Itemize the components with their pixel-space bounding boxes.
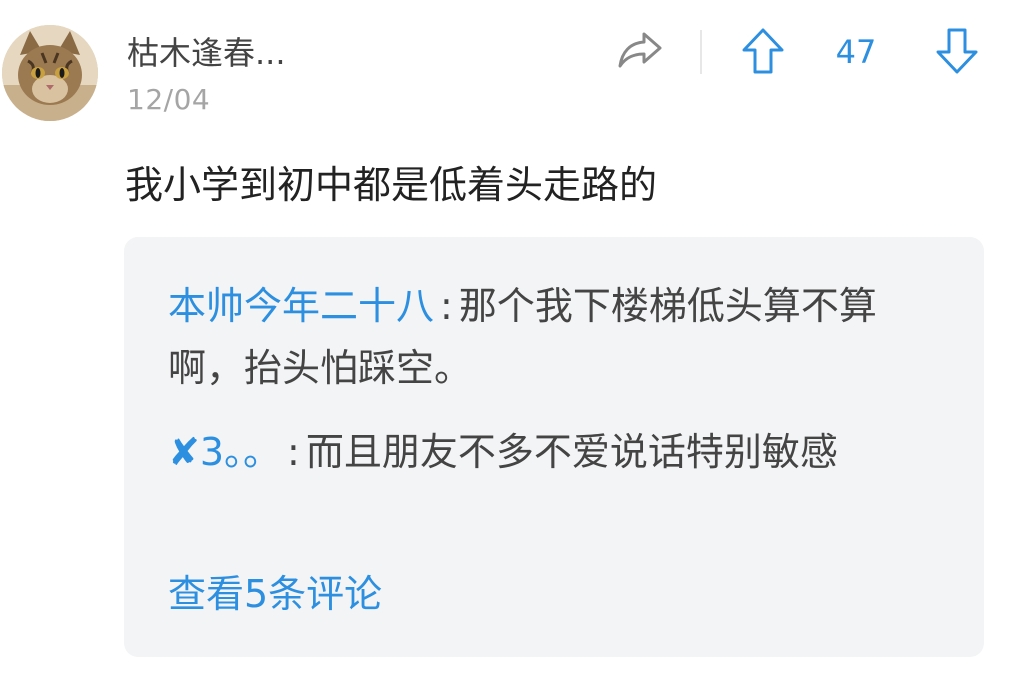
- comment-author-link[interactable]: ✘3。。: [168, 430, 281, 474]
- downvote-button[interactable]: [934, 26, 980, 76]
- view-all-comments-link[interactable]: 查看5条评论: [168, 563, 382, 625]
- user-avatar[interactable]: [2, 25, 98, 121]
- comment-separator: :: [287, 430, 300, 474]
- cross-mark-icon: ✘: [168, 430, 200, 474]
- actions-divider: [700, 30, 702, 74]
- share-button[interactable]: [616, 28, 666, 72]
- comment-separator: :: [440, 284, 453, 328]
- post-author-name[interactable]: 枯木逢春...: [127, 33, 286, 73]
- upvote-button[interactable]: [740, 26, 786, 76]
- vote-count: 47: [835, 33, 877, 71]
- arrow-down-icon: [936, 28, 978, 74]
- post-card: 枯木逢春... 12/04 47 我小学到初中都是低着头走路的 本帅今年二十八:…: [0, 0, 1032, 699]
- share-arrow-icon: [618, 32, 662, 68]
- comment-author[interactable]: 本帅今年二十八: [168, 284, 434, 328]
- comments-preview[interactable]: 本帅今年二十八: 那个我下楼梯低头算不算啊，抬头怕踩空。 ✘3。。: 而且朋友不多不…: [124, 237, 984, 657]
- cat-avatar-image: [2, 25, 98, 121]
- comment-item[interactable]: 本帅今年二十八: 那个我下楼梯低头算不算啊，抬头怕踩空。: [168, 275, 948, 399]
- comment-author: 3。。: [199, 430, 282, 474]
- comment-text: 而且朋友不多不爱说话特别敏感: [305, 430, 838, 474]
- post-body-text: 我小学到初中都是低着头走路的: [125, 163, 658, 207]
- post-actions: 47: [600, 22, 1000, 82]
- arrow-up-icon: [742, 28, 784, 74]
- comment-item[interactable]: ✘3。。: 而且朋友不多不爱说话特别敏感: [168, 421, 948, 483]
- post-date: 12/04: [127, 83, 211, 116]
